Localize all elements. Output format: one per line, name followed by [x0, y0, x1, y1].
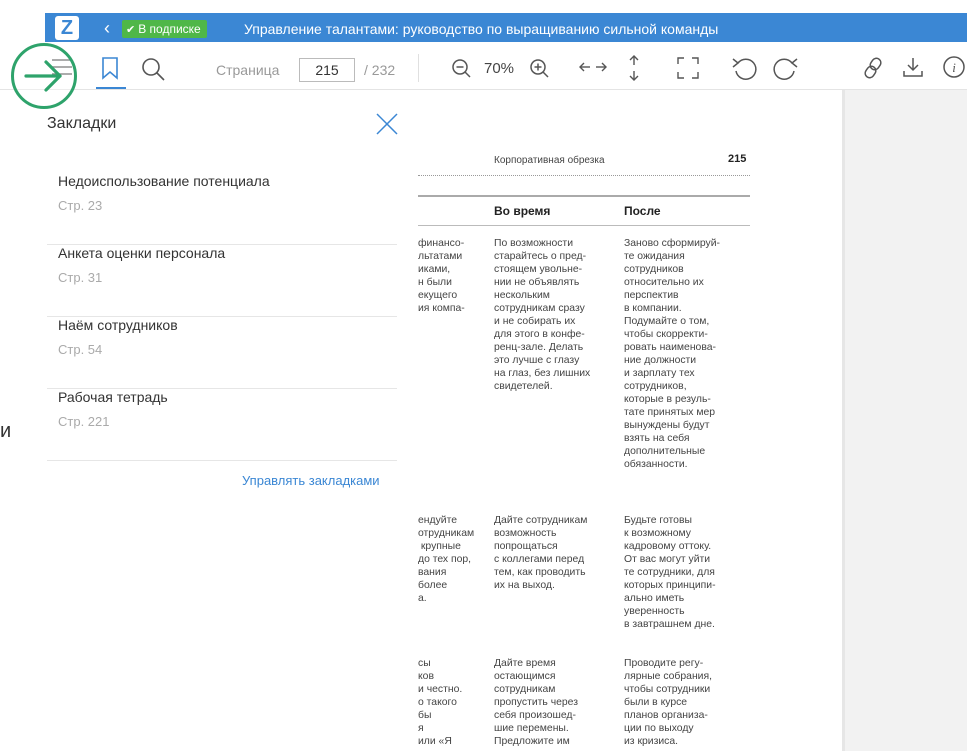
bookmark-item[interactable]: Рабочая тетрадь Стр. 221	[47, 389, 397, 461]
bookmarks-panel: Закладки Недоиспользование потенциала Ст…	[45, 90, 418, 751]
zoom-in-icon[interactable]	[528, 57, 550, 79]
rotate-left-icon[interactable]	[730, 54, 760, 84]
viewer-background	[845, 90, 967, 751]
bookmark-page: Стр. 54	[58, 342, 103, 357]
column-header-after: После	[624, 204, 661, 218]
header-rule	[418, 175, 750, 176]
subscription-badge-label: В подписке	[138, 22, 201, 36]
page-total: / 232	[364, 62, 396, 78]
bookmark-title: Рабочая тетрадь	[58, 389, 168, 405]
table-cell: Дайте время остающимся сотрудникам пропу…	[494, 658, 578, 747]
svg-text:i: i	[952, 60, 956, 75]
bookmarks-title: Закладки	[47, 115, 117, 132]
subscription-badge: ✔ В подписке	[122, 20, 207, 38]
table-header-rule	[418, 225, 750, 226]
reader-toolbar: Страница / 232 70% i	[0, 42, 967, 90]
table-cell: Дайте сотрудникам возможность попрощатьс…	[494, 515, 588, 591]
book-title: Управление талантами: руководство по выр…	[244, 21, 719, 37]
table-cell: ендуйте отрудникам крупные до тех пор, в…	[418, 515, 475, 604]
bookmark-icon[interactable]	[100, 56, 120, 80]
search-icon[interactable]	[140, 56, 166, 82]
table-cell: Проводите регу- лярные собрания, чтобы с…	[624, 658, 712, 747]
page-number: 215	[728, 153, 747, 165]
bookmark-item[interactable]: Наём сотрудников Стр. 54	[47, 317, 397, 389]
bookmark-page: Стр. 23	[58, 198, 103, 213]
rotate-right-icon[interactable]	[770, 54, 800, 84]
fit-height-icon[interactable]	[626, 54, 642, 82]
info-icon[interactable]: i	[942, 55, 966, 79]
toolbar-divider	[418, 54, 419, 82]
page-label: Страница	[216, 62, 280, 78]
arrow-right-icon[interactable]	[11, 43, 77, 109]
book-page: Корпоративная обрезка 215 Во время После…	[418, 90, 842, 751]
app-logo[interactable]: Z	[55, 16, 79, 40]
bookmark-title: Недоиспользование потенциала	[58, 173, 270, 189]
manage-bookmarks-link[interactable]: Управлять закладками	[242, 473, 380, 488]
table-top-rule	[418, 195, 750, 197]
zoom-level: 70%	[484, 60, 515, 77]
bookmark-page: Стр. 31	[58, 270, 103, 285]
page-number-input[interactable]	[299, 58, 355, 82]
check-icon: ✔	[126, 24, 136, 36]
back-button[interactable]: ‹	[104, 16, 110, 40]
background-text-fragment: и	[0, 420, 12, 442]
table-cell: Будьте готовы к возможному кадровому отт…	[624, 515, 716, 630]
download-icon[interactable]	[902, 55, 924, 79]
bookmark-page: Стр. 221	[58, 414, 110, 429]
running-head: Корпоративная обрезка	[494, 155, 605, 166]
zoom-out-icon[interactable]	[450, 57, 472, 79]
table-cell: По возможности старайтесь о пред- стояще…	[494, 238, 591, 392]
close-icon[interactable]	[375, 112, 399, 141]
table-cell: финансо- льтатами иками, н были екущего …	[418, 238, 465, 314]
link-icon[interactable]	[862, 56, 884, 80]
app-header: Z ‹ ✔ В подписке Управление талантами: ру…	[0, 0, 967, 42]
active-tab-indicator	[96, 87, 126, 89]
bookmark-title: Наём сотрудников	[58, 317, 178, 333]
table-cell: Заново сформируй- те ожидания сотруднико…	[624, 238, 721, 470]
column-header-during: Во время	[494, 204, 551, 218]
table-cell: сы ков и честно. о такого бы я или «Я	[418, 658, 463, 747]
fit-width-icon[interactable]	[578, 59, 608, 75]
bookmark-title: Анкета оценки персонала	[58, 245, 226, 261]
bookmark-item[interactable]: Анкета оценки персонала Стр. 31	[47, 245, 397, 317]
fullscreen-icon[interactable]	[676, 56, 700, 80]
bookmark-item[interactable]: Недоиспользование потенциала Стр. 23	[47, 173, 397, 245]
